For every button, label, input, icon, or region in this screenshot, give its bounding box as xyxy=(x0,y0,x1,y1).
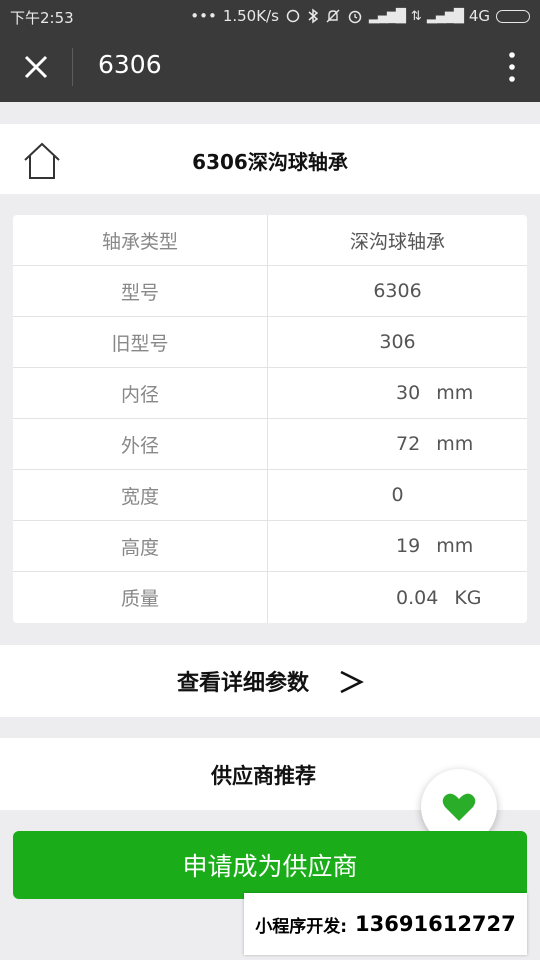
spec-label: 外径 xyxy=(13,419,268,469)
spec-value-cell: 72 mm xyxy=(268,419,527,469)
spec-row: 内径 30 mm xyxy=(13,368,527,419)
alarm-icon xyxy=(348,10,362,24)
product-title: 6306深沟球轴承 xyxy=(192,150,348,174)
more-dots: ••• xyxy=(190,7,217,25)
spec-label: 轴承类型 xyxy=(13,215,268,265)
watermark-phone: 13691612727 xyxy=(355,912,516,936)
watermark-banner: 小程序开发: 13691612727 xyxy=(244,893,527,955)
signal-icon-2: ▂▄▆█ xyxy=(426,8,464,24)
spec-value-cell: 0.04 KG xyxy=(268,572,527,623)
network-type: 4G xyxy=(468,7,490,25)
spec-unit: mm xyxy=(436,433,474,455)
spec-row: 轴承类型 深沟球轴承 xyxy=(13,215,527,266)
spec-value: 30 xyxy=(396,382,421,404)
spec-label: 内径 xyxy=(13,368,268,418)
spec-value: 6306 xyxy=(373,280,422,302)
spec-label: 高度 xyxy=(13,521,268,571)
spec-value: 306 xyxy=(379,331,416,353)
apply-supplier-button[interactable]: 申请成为供应商 xyxy=(13,831,527,899)
spec-value: 19 xyxy=(396,535,421,557)
spec-value-cell: 0 xyxy=(268,470,527,520)
product-header: 6306深沟球轴承 xyxy=(0,124,540,194)
title-bar: 6306 xyxy=(0,32,540,102)
spec-table: 轴承类型 深沟球轴承 型号 6306 旧型号 306 内径 30 mm 外径 72 mm 宽度 0 高度 19… xyxy=(13,215,527,623)
sync-icon xyxy=(286,9,300,23)
spec-value-cell: 30 mm xyxy=(268,368,527,418)
spec-value: 0 xyxy=(391,484,404,506)
view-details-link[interactable]: 查看详细参数 xyxy=(0,645,540,717)
page-title: 6306 xyxy=(98,50,162,79)
spec-unit: mm xyxy=(436,382,474,404)
spec-value: 0.04 xyxy=(396,586,439,609)
status-bar: 下午2:53 ••• 1.50K/s ▂▄▆█ ⇅ ▂▄▆█ 4G xyxy=(0,0,540,32)
spec-row: 旧型号 306 xyxy=(13,317,527,368)
bluetooth-icon xyxy=(308,8,319,24)
close-icon[interactable] xyxy=(18,49,54,85)
spec-label: 型号 xyxy=(13,266,268,316)
network-speed: 1.50K/s xyxy=(222,7,279,25)
data-icon: ⇅ xyxy=(410,8,422,24)
status-time: 下午2:53 xyxy=(10,9,74,27)
heart-icon xyxy=(442,793,476,821)
spec-row: 外径 72 mm xyxy=(13,419,527,470)
watermark-label: 小程序开发: xyxy=(255,916,348,937)
spec-unit: KG xyxy=(454,586,482,609)
spec-row: 宽度 0 xyxy=(13,470,527,521)
spec-row: 型号 6306 xyxy=(13,266,527,317)
chevron-right-icon xyxy=(340,670,364,694)
supplier-section-title: 供应商推荐 xyxy=(211,764,316,788)
more-vertical-icon[interactable] xyxy=(506,50,518,84)
spec-unit: mm xyxy=(436,535,474,557)
spec-value-cell: 19 mm xyxy=(268,521,527,571)
battery-icon xyxy=(496,9,530,23)
spec-value-cell: 深沟球轴承 xyxy=(268,215,527,265)
status-indicators: ••• 1.50K/s ▂▄▆█ ⇅ ▂▄▆█ 4G xyxy=(190,7,530,25)
signal-icon: ▂▄▆█ xyxy=(368,8,406,24)
mute-icon xyxy=(326,9,340,23)
spec-label: 宽度 xyxy=(13,470,268,520)
spec-value-cell: 306 xyxy=(268,317,527,367)
spec-row: 质量 0.04 KG xyxy=(13,572,527,623)
spec-label: 质量 xyxy=(13,572,268,623)
spec-value: 深沟球轴承 xyxy=(349,230,445,253)
title-divider xyxy=(72,48,73,86)
spec-value: 72 xyxy=(396,433,421,455)
view-details-label: 查看详细参数 xyxy=(177,671,310,696)
spec-row: 高度 19 mm xyxy=(13,521,527,572)
spec-value-cell: 6306 xyxy=(268,266,527,316)
spec-label: 旧型号 xyxy=(13,317,268,367)
